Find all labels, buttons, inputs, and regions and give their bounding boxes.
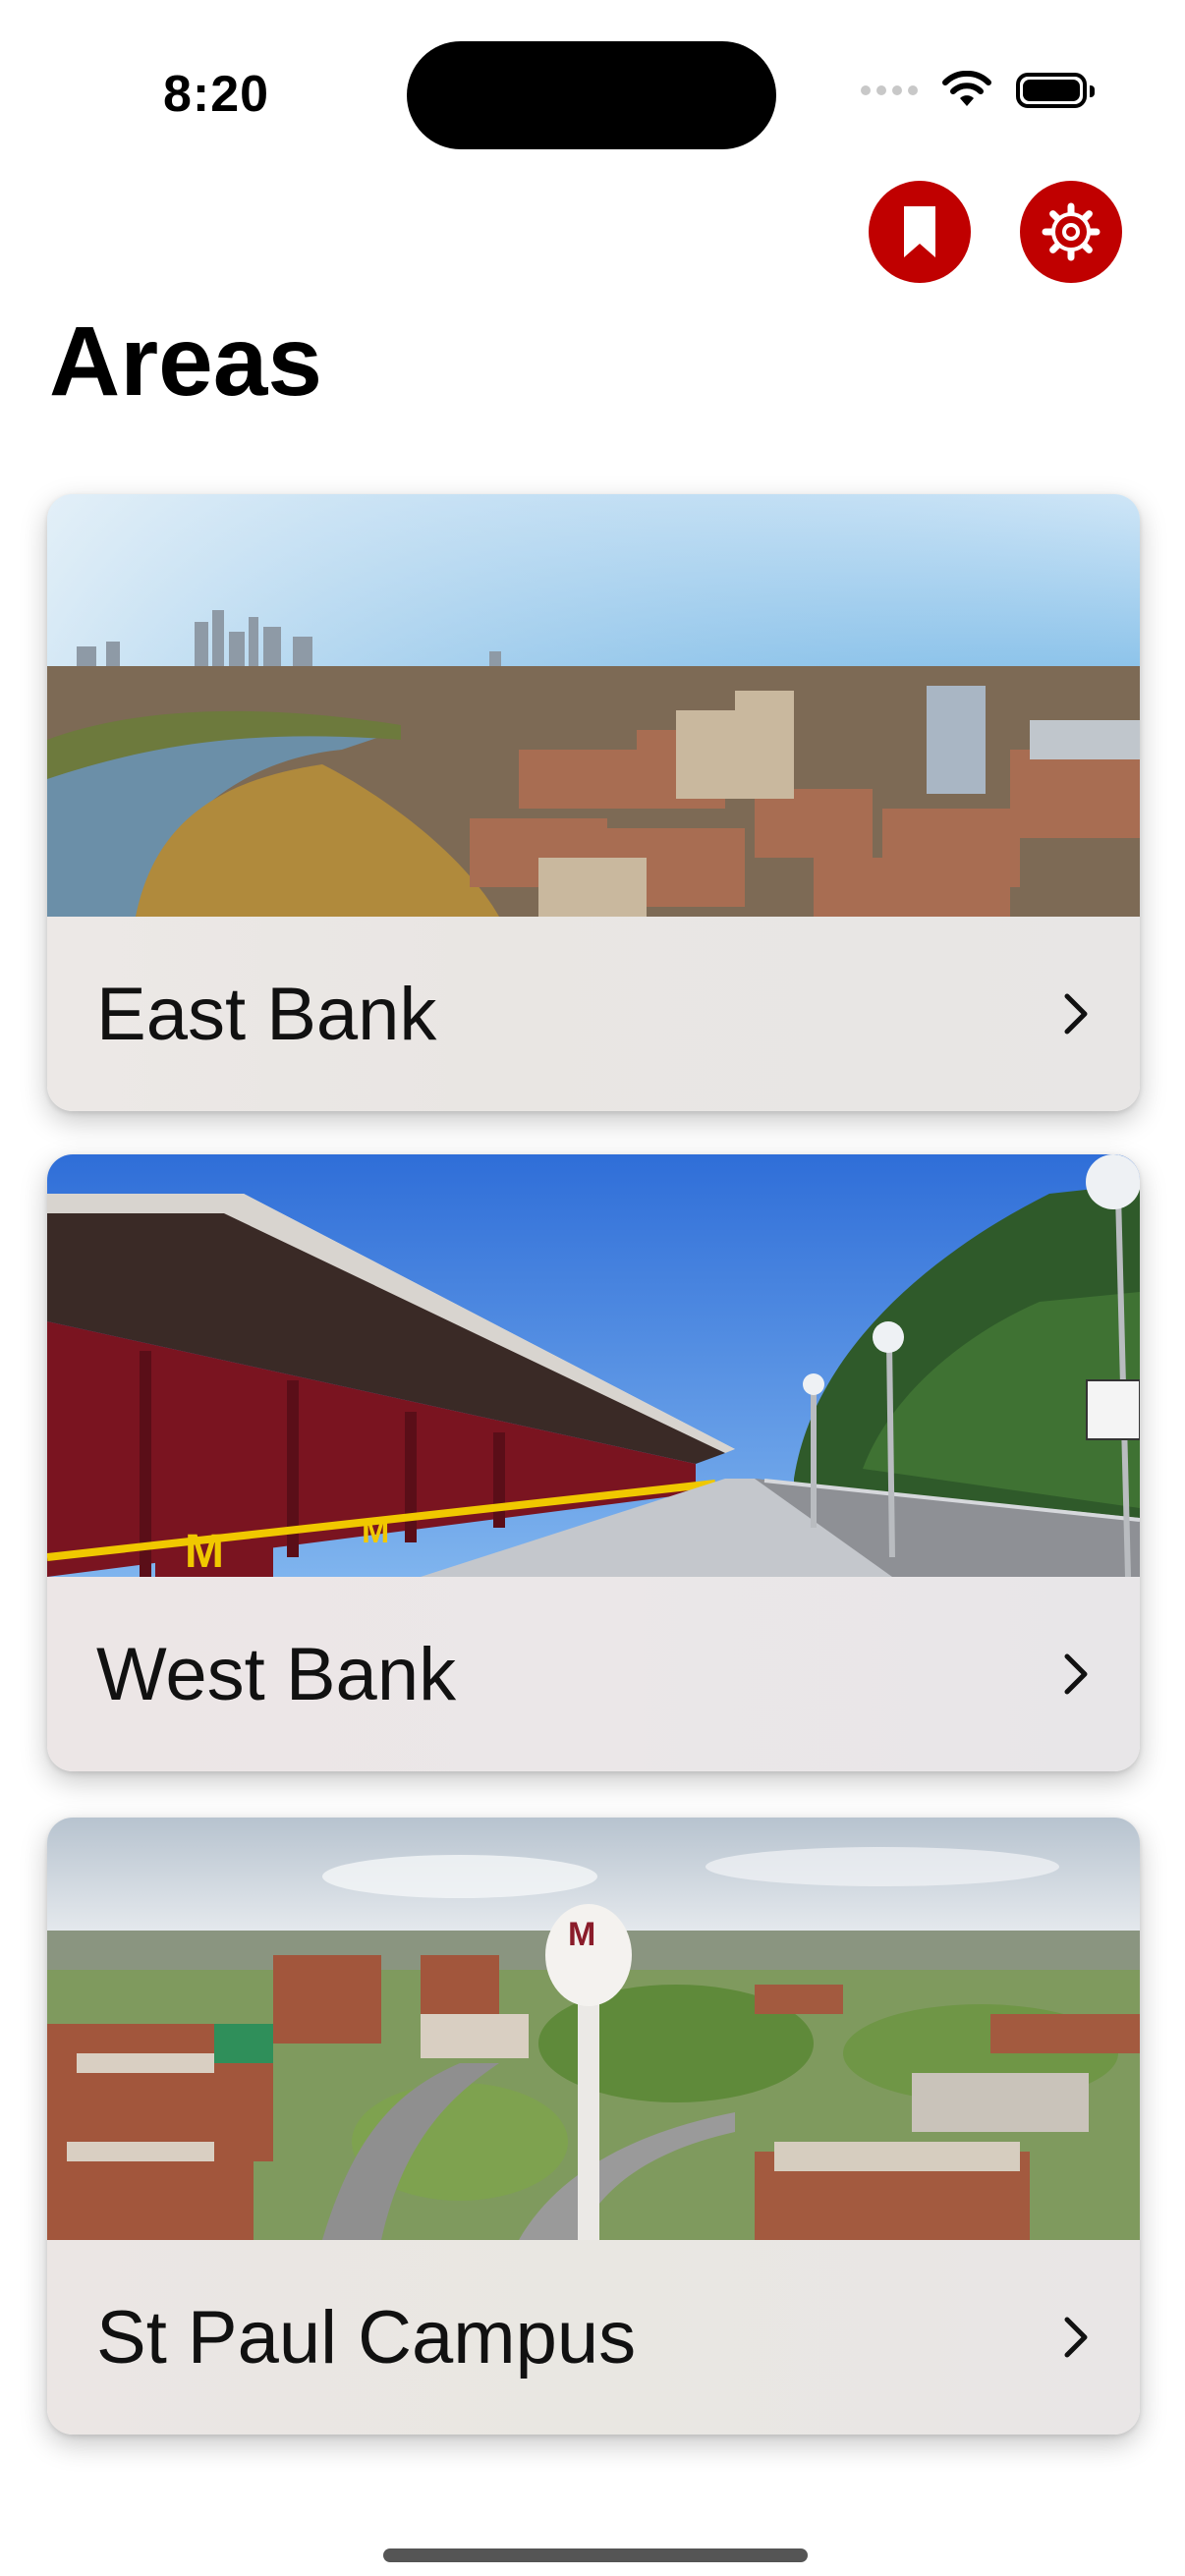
svg-text:M: M [568,1916,595,1953]
area-card-st-paul-campus[interactable]: M St Paul Campus [47,1818,1140,2435]
wifi-icon [942,71,991,106]
bookmarks-button[interactable] [869,181,971,283]
cellular-signal-icon [861,85,918,95]
home-indicator[interactable] [383,2548,808,2562]
area-label: East Bank [96,972,437,1056]
battery-icon [1016,73,1095,108]
svg-text:M: M [362,1513,389,1550]
area-label: West Bank [96,1632,457,1716]
area-card-west-bank[interactable]: M M West Bank [47,1154,1140,1771]
area-label: St Paul Campus [96,2295,637,2380]
gear-icon [1042,202,1100,261]
east-bank-label-bar: East Bank [47,917,1140,1111]
area-card-east-bank[interactable]: East Bank [47,494,1140,1111]
status-time: 8:20 [163,66,270,123]
page-title: Areas [49,307,322,417]
chevron-right-icon [1064,1653,1088,1695]
bookmark-icon [904,206,935,257]
svg-text:M: M [185,1526,224,1577]
status-icons [861,71,1095,110]
chevron-right-icon [1064,2317,1088,2358]
chevron-right-icon [1064,993,1088,1035]
dynamic-island [407,41,776,149]
st-paul-campus-label-bar: St Paul Campus [47,2240,1140,2435]
east-bank-photo [47,494,1140,917]
west-bank-photo: M M [47,1154,1140,1577]
settings-button[interactable] [1020,181,1122,283]
st-paul-campus-photo: M [47,1818,1140,2240]
west-bank-label-bar: West Bank [47,1577,1140,1771]
